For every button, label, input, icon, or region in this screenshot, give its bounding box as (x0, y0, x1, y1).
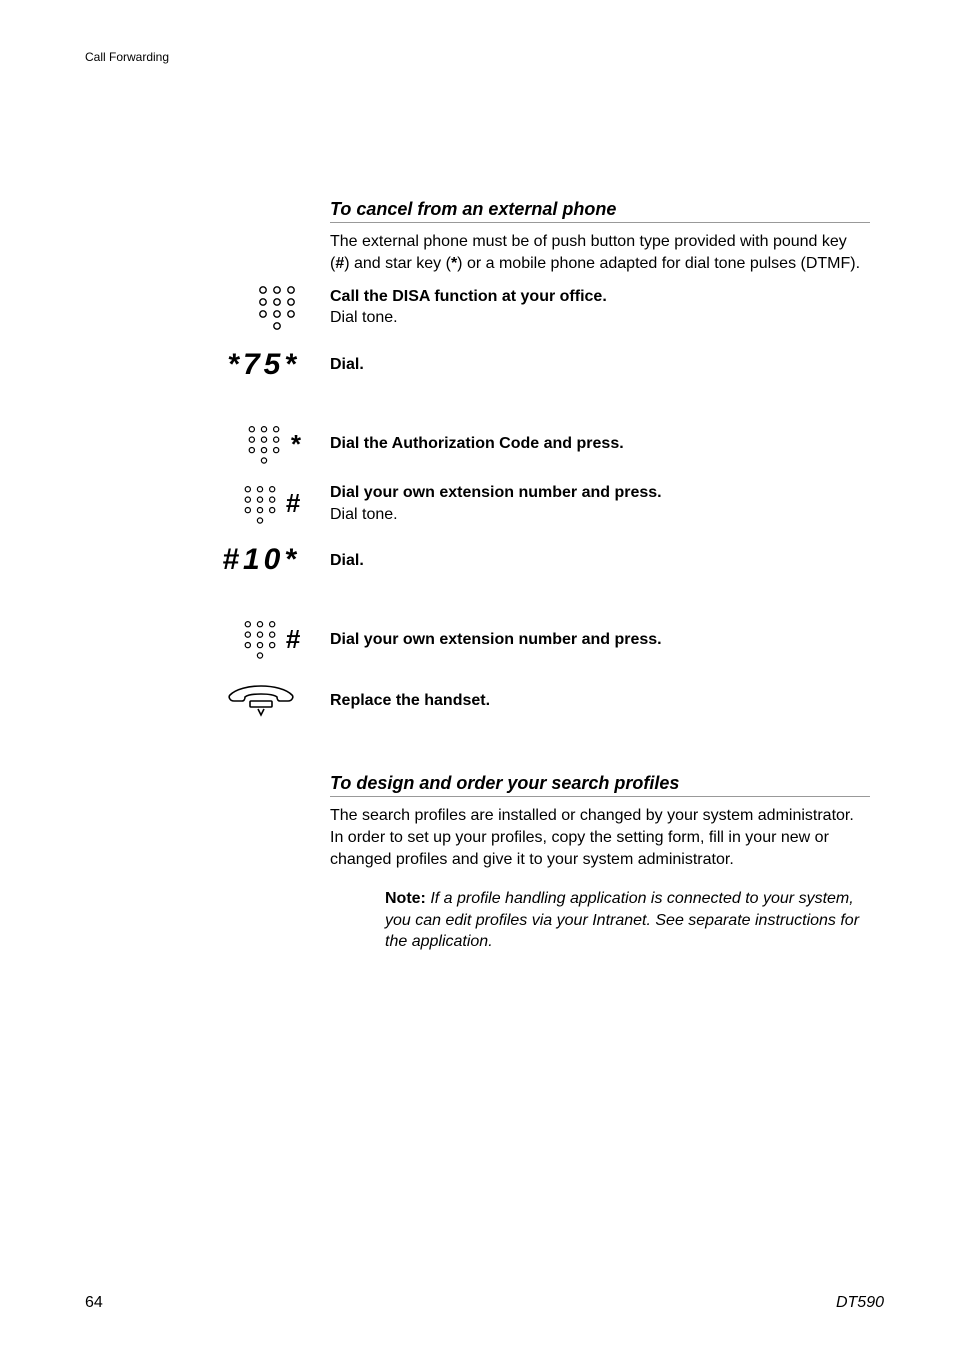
dial-code-75: *75* (227, 348, 300, 382)
step-sub: Dial tone. (330, 307, 870, 329)
star-key-icon: * (290, 429, 300, 460)
step-right: Dial your own extension number and press… (330, 482, 870, 525)
page-container: Call Forwarding To cancel from an extern… (0, 0, 954, 1352)
step-left (85, 284, 330, 330)
intro-post: ) or a mobile phone adapted for dial ton… (457, 255, 860, 272)
step-bold: Replace the handset. (330, 690, 870, 712)
step-right: Dial. (330, 354, 870, 376)
intro-mid: ) and star key ( (344, 255, 451, 272)
step-left: #10* (85, 543, 330, 577)
step-row-call-disa: Call the DISA function at your office. D… (85, 284, 884, 330)
step-row-own-ext-2: # Dial your own extension number and pre… (85, 619, 884, 659)
step-row-replace-handset: Replace the handset. (85, 681, 884, 719)
section2-body: The search profiles are installed or cha… (330, 805, 870, 870)
step-bold: Dial your own extension number and press… (330, 629, 870, 651)
dial-code-10: #10* (222, 543, 300, 577)
keypad-icon (240, 484, 280, 524)
keypad-icon (254, 284, 300, 330)
step-right: Replace the handset. (330, 690, 870, 712)
note-block: Note: If a profile handling application … (385, 888, 870, 953)
step-bold: Call the DISA function at your office. (330, 286, 870, 308)
model-name: DT590 (836, 1294, 884, 1312)
page-number: 64 (85, 1294, 103, 1312)
step-bold: Dial. (330, 354, 870, 376)
step-right: Dial. (330, 550, 870, 572)
hash-symbol-inline: # (335, 255, 344, 272)
step-bold: Dial your own extension number and press… (330, 482, 870, 504)
page-header-section: Call Forwarding (85, 50, 884, 64)
step-bold: Dial the Authorization Code and press. (330, 433, 870, 455)
step-right: Call the DISA function at your office. D… (330, 286, 870, 329)
step-row-dial-75: *75* Dial. (85, 348, 884, 382)
step-right: Dial the Authorization Code and press. (330, 433, 870, 455)
note-body: If a profile handling application is con… (385, 890, 859, 950)
note-label: Note: (385, 890, 426, 907)
keypad-icon (240, 619, 280, 659)
step-left: # (85, 619, 330, 659)
step-left (85, 681, 330, 719)
handset-icon (222, 681, 300, 719)
section-heading-search-profiles: To design and order your search profiles (330, 773, 870, 797)
intro-paragraph: The external phone must be of push butto… (330, 231, 870, 274)
content-area: To cancel from an external phone The ext… (85, 199, 884, 953)
section-heading-cancel-external: To cancel from an external phone (330, 199, 870, 223)
page-footer: 64 DT590 (85, 1294, 884, 1312)
step-sub: Dial tone. (330, 504, 870, 526)
step-row-own-ext-1: # Dial your own extension number and pre… (85, 482, 884, 525)
step-left: *75* (85, 348, 330, 382)
keypad-icon (244, 424, 284, 464)
hash-key-icon: # (286, 488, 300, 519)
step-left: # (85, 484, 330, 524)
hash-key-icon: # (286, 624, 300, 655)
step-right: Dial your own extension number and press… (330, 629, 870, 651)
step-left: * (85, 424, 330, 464)
step-row-dial-10: #10* Dial. (85, 543, 884, 577)
step-row-auth-code: * Dial the Authorization Code and press. (85, 424, 884, 464)
step-bold: Dial. (330, 550, 870, 572)
